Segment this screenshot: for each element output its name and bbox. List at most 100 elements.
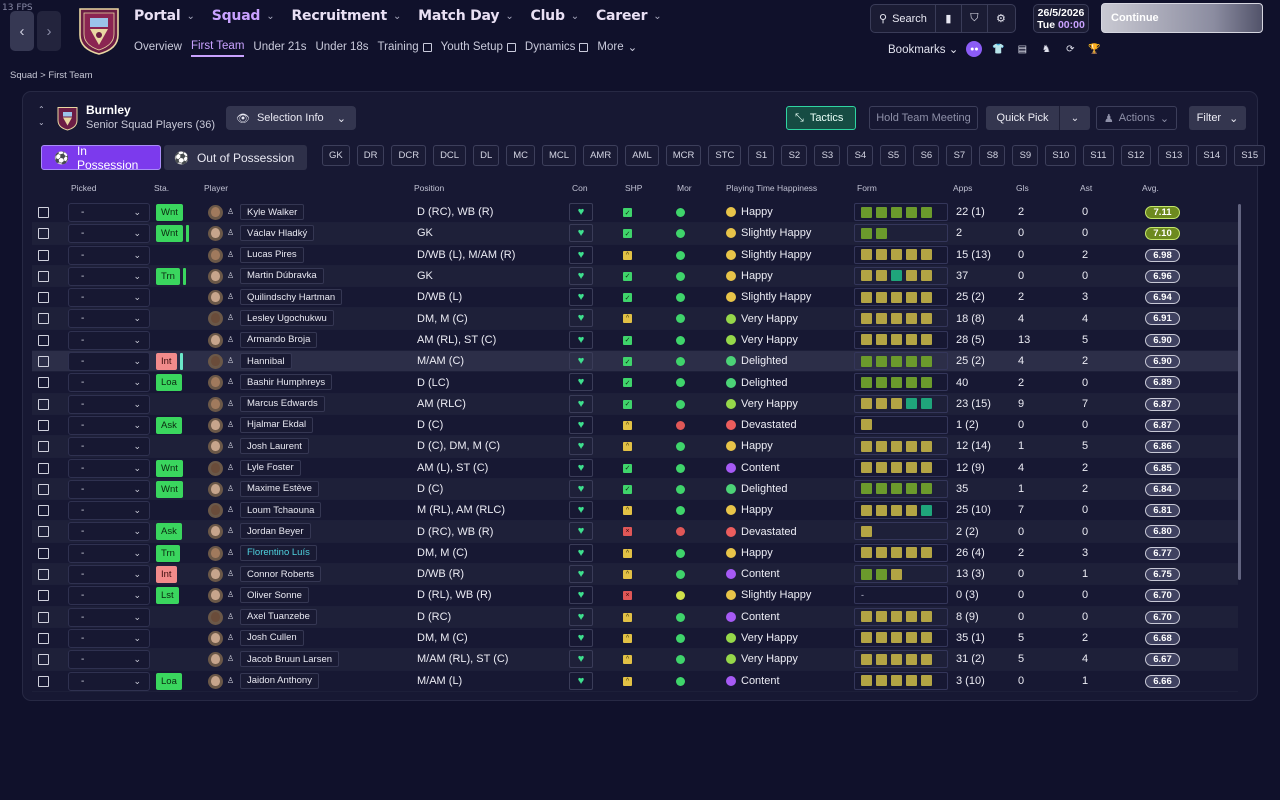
col-average-rating[interactable]: Avg. bbox=[1142, 183, 1159, 193]
picked-dropdown[interactable]: - ⌄ bbox=[68, 628, 150, 648]
player-name[interactable]: Bashir Humphreys bbox=[240, 374, 333, 391]
table-row[interactable]: - ⌄ Wnt ♙ Lyle Foster AM (L), ST (C) ♥ ✓ Content… bbox=[32, 458, 1238, 479]
avatar[interactable] bbox=[208, 247, 223, 263]
status-badge[interactable]: Wnt bbox=[156, 204, 183, 221]
picked-dropdown[interactable]: - ⌄ bbox=[68, 330, 150, 350]
actions-dropdown[interactable]: ♟ Actions ⌄ bbox=[1096, 106, 1177, 130]
picked-dropdown[interactable]: - ⌄ bbox=[68, 458, 150, 478]
forward-button[interactable]: › bbox=[37, 11, 61, 51]
avatar[interactable] bbox=[208, 460, 223, 476]
picked-dropdown[interactable]: - ⌄ bbox=[68, 245, 150, 265]
picked-dropdown[interactable]: - ⌄ bbox=[68, 543, 150, 563]
position-button-s7[interactable]: S7 bbox=[946, 145, 973, 166]
status-badge[interactable]: Loa bbox=[156, 374, 182, 392]
picked-dropdown[interactable]: - ⌄ bbox=[68, 415, 150, 435]
tab-first-team[interactable]: First Team bbox=[190, 40, 245, 57]
position-button-s15[interactable]: S15 bbox=[1234, 145, 1266, 166]
picked-dropdown[interactable]: - ⌄ bbox=[68, 266, 150, 286]
avatar[interactable] bbox=[208, 311, 223, 327]
status-badge[interactable]: Trn bbox=[156, 544, 180, 562]
select-checkbox[interactable] bbox=[38, 441, 49, 453]
col-player[interactable]: Player bbox=[204, 183, 228, 193]
trophy-icon[interactable]: 🏆 bbox=[1086, 41, 1102, 57]
tactics-button[interactable]: ⤡ Tactics bbox=[786, 106, 856, 130]
player-name[interactable]: Kyle Walker bbox=[240, 204, 305, 220]
position-button-mcr[interactable]: MCR bbox=[665, 145, 702, 166]
avatar[interactable] bbox=[208, 354, 223, 370]
table-scrollbar[interactable] bbox=[1238, 204, 1241, 580]
player-name[interactable]: Hjalmar Ekdal bbox=[240, 416, 314, 433]
select-checkbox[interactable] bbox=[38, 228, 49, 240]
select-checkbox[interactable] bbox=[38, 292, 49, 304]
select-checkbox[interactable] bbox=[38, 654, 49, 666]
player-name[interactable]: Maxime Estève bbox=[240, 480, 319, 497]
menu-match-day[interactable]: Match Day ⌄ bbox=[418, 8, 514, 24]
picked-dropdown[interactable]: - ⌄ bbox=[68, 501, 150, 521]
select-checkbox[interactable] bbox=[38, 569, 49, 581]
player-name[interactable]: Hannibal bbox=[240, 353, 292, 370]
avatar[interactable] bbox=[208, 503, 223, 519]
picked-dropdown[interactable]: - ⌄ bbox=[68, 479, 150, 499]
select-checkbox[interactable] bbox=[38, 377, 49, 389]
position-button-stc[interactable]: STC bbox=[708, 145, 742, 166]
player-name[interactable]: Jaidon Anthony bbox=[240, 672, 319, 689]
table-row[interactable]: - ⌄ Trn ♙ Florentino Luís DM, M (C) ♥ ^ Happy 26 … bbox=[32, 543, 1238, 565]
filter-dropdown[interactable]: Filter ⌄ bbox=[1189, 106, 1246, 130]
player-name[interactable]: Josh Laurent bbox=[240, 438, 309, 455]
picked-dropdown[interactable]: - ⌄ bbox=[68, 203, 150, 222]
table-row[interactable]: - ⌄ ♙ Marcus Edwards AM (RLC) ♥ ✓ Very Happy 23 … bbox=[32, 393, 1238, 415]
picked-dropdown[interactable]: - ⌄ bbox=[68, 565, 150, 585]
team-name[interactable]: Burnley bbox=[86, 103, 131, 117]
player-name[interactable]: Jacob Bruun Larsen bbox=[240, 651, 340, 668]
status-badge[interactable]: Lst bbox=[156, 587, 179, 605]
table-row[interactable]: - ⌄ Ask ♙ Jordan Beyer D (RC), WB (R) ♥ × Devast… bbox=[32, 521, 1238, 543]
position-button-s1[interactable]: S1 bbox=[748, 145, 775, 166]
player-name[interactable]: Josh Cullen bbox=[240, 629, 304, 646]
col-picked[interactable]: Picked bbox=[71, 183, 97, 193]
position-button-s10[interactable]: S10 bbox=[1045, 145, 1077, 166]
avatar[interactable] bbox=[208, 417, 223, 433]
table-row[interactable]: - ⌄ ♙ Lucas Pires D/WB (L), M/AM (R) ♥ ^ Slight… bbox=[32, 245, 1238, 266]
select-checkbox[interactable] bbox=[38, 526, 49, 538]
shirt-icon[interactable]: 👕 bbox=[990, 41, 1006, 57]
position-button-s2[interactable]: S2 bbox=[781, 145, 808, 166]
chevron-down-icon[interactable]: ⌄ bbox=[38, 116, 50, 129]
document-icon[interactable]: ▤ bbox=[1014, 41, 1030, 57]
position-button-dl[interactable]: DL bbox=[473, 145, 500, 166]
avatar[interactable] bbox=[208, 588, 223, 604]
position-button-s6[interactable]: S6 bbox=[913, 145, 940, 166]
refresh-icon[interactable]: ⟳ bbox=[1062, 41, 1078, 57]
picked-dropdown[interactable]: - ⌄ bbox=[68, 394, 150, 414]
col-status[interactable]: Sta. bbox=[154, 183, 169, 193]
col-apps[interactable]: Apps bbox=[953, 183, 972, 193]
select-checkbox[interactable] bbox=[38, 675, 49, 687]
select-checkbox[interactable] bbox=[38, 334, 49, 346]
position-button-s14[interactable]: S14 bbox=[1196, 145, 1228, 166]
picked-dropdown[interactable]: - ⌄ bbox=[68, 437, 150, 457]
avatar[interactable] bbox=[208, 652, 223, 668]
table-row[interactable]: - ⌄ ♙ Jacob Bruun Larsen M/AM (RL), ST (C) ♥ ^… bbox=[32, 649, 1238, 671]
tab-overview[interactable]: Overview bbox=[134, 41, 182, 56]
player-name[interactable]: Václav Hladký bbox=[240, 225, 315, 242]
select-checkbox[interactable] bbox=[38, 207, 49, 218]
select-checkbox[interactable] bbox=[38, 547, 49, 559]
menu-recruitment[interactable]: Recruitment ⌄ bbox=[291, 8, 401, 24]
player-name[interactable]: Lucas Pires bbox=[240, 246, 304, 263]
tactics-board-icon[interactable]: ♞ bbox=[1038, 41, 1054, 57]
continue-button[interactable]: Continue bbox=[1101, 3, 1263, 33]
search-button[interactable]: ⚲ Search bbox=[871, 5, 936, 32]
position-button-aml[interactable]: AML bbox=[625, 145, 659, 166]
position-button-dcl[interactable]: DCL bbox=[433, 145, 467, 166]
avatar[interactable] bbox=[208, 545, 223, 561]
position-button-s13[interactable]: S13 bbox=[1158, 145, 1190, 166]
player-name[interactable]: Marcus Edwards bbox=[240, 395, 325, 412]
status-badge[interactable]: Int bbox=[156, 353, 183, 371]
select-checkbox[interactable] bbox=[38, 313, 49, 325]
avatar[interactable] bbox=[208, 205, 223, 220]
player-name[interactable]: Florentino Luís bbox=[240, 544, 317, 561]
out-of-possession-tab[interactable]: ⚽ Out of Possession bbox=[164, 145, 307, 170]
table-row[interactable]: - ⌄ Int ♙ Hannibal M/AM (C) ♥ ✓ Delighted 25 (2) 4… bbox=[32, 351, 1238, 373]
avatar[interactable] bbox=[208, 673, 223, 689]
settings-button[interactable]: ⚙ bbox=[988, 5, 1014, 32]
avatar[interactable] bbox=[208, 268, 223, 284]
